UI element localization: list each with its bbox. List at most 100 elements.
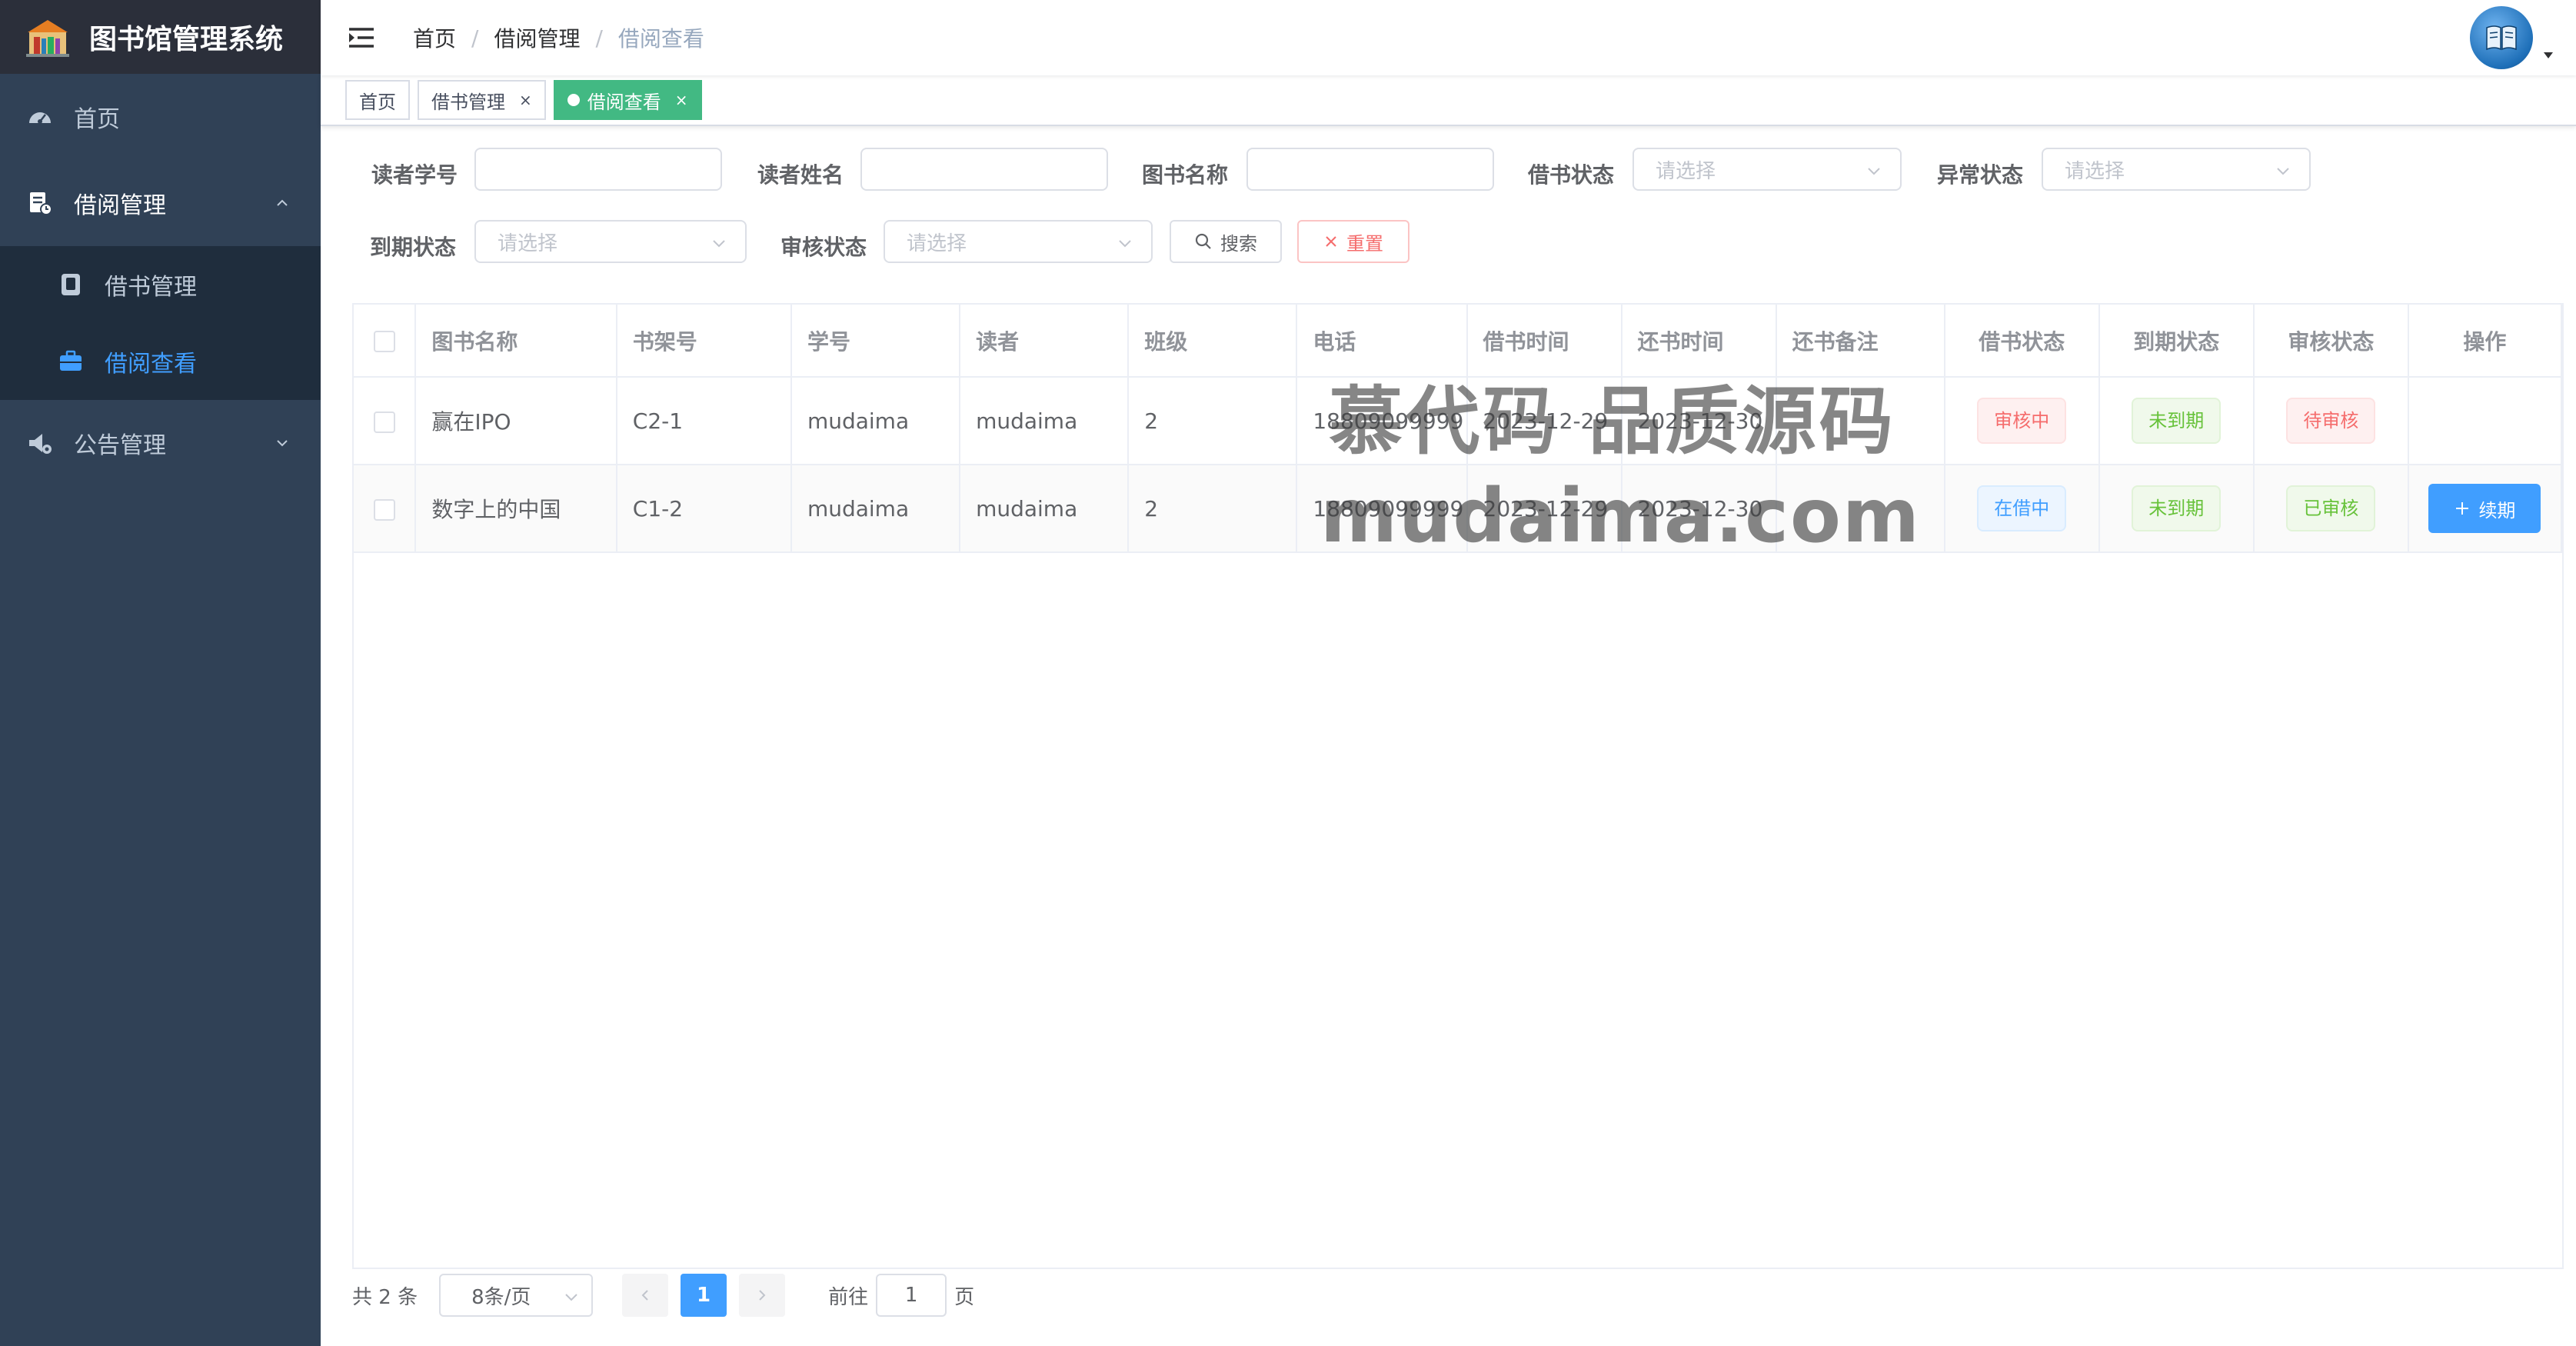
column-header: 借书时间 [1466, 305, 1622, 378]
select-placeholder: 请选择 [498, 232, 558, 255]
book-name-input[interactable] [1246, 148, 1494, 191]
reader-id-label: 读者学号 [371, 162, 458, 188]
sidebar-item-label: 借阅管理 [74, 192, 166, 219]
row-checkbox[interactable] [373, 498, 395, 521]
breadcrumb: 首页 / 借阅管理 / 借阅查看 [413, 22, 704, 53]
column-header: 审核状态 [2253, 305, 2409, 378]
cell-reader: mudaima [960, 377, 1130, 465]
column-header: 借书状态 [1944, 305, 2100, 378]
sidebar-item-book-manage[interactable]: 借书管理 [0, 246, 321, 323]
tag-home[interactable]: 首页 [345, 80, 410, 120]
select-placeholder: 请选择 [1656, 159, 1716, 183]
logo-bar: 图书馆管理系统 [0, 0, 321, 74]
field-reader-name: 读者姓名 [757, 158, 844, 189]
tag-label: 借书管理 [431, 91, 505, 113]
breadcrumb-current: 借阅查看 [617, 26, 704, 52]
reset-button[interactable]: 重置 [1297, 220, 1409, 263]
reader-id-input[interactable] [474, 148, 722, 191]
row-select-cell [354, 377, 417, 465]
borrow-status-select[interactable]: 请选择 [1632, 148, 1902, 191]
select-placeholder: 请选择 [2065, 159, 2125, 183]
close-icon[interactable]: × [519, 91, 532, 109]
tag-label: 借阅查看 [587, 91, 661, 113]
borrow-submenu: 借书管理 借阅查看 [0, 246, 321, 400]
search-icon [1195, 233, 1211, 249]
chevron-down-icon [1119, 240, 1131, 248]
breadcrumb-home[interactable]: 首页 [413, 22, 456, 53]
cell-borrow-date: 2023-12-29 [1466, 465, 1622, 553]
breadcrumb-separator: / [595, 25, 603, 51]
cell-review-status: 待审核 [2253, 377, 2409, 465]
page-size-select[interactable]: 8条/页 [439, 1274, 594, 1317]
chevron-down-icon [565, 1294, 577, 1301]
cell-reader: mudaima [960, 465, 1130, 553]
cell-borrow-date: 2023-12-29 [1466, 377, 1622, 465]
breadcrumb-borrow-manage[interactable]: 借阅管理 [494, 22, 580, 53]
hamburger-menu-icon[interactable] [347, 23, 376, 52]
sidebar-item-borrow-manage[interactable]: 借阅管理 [0, 160, 321, 246]
chevron-down-icon [1868, 168, 1880, 175]
reset-button-label: 重置 [1346, 232, 1383, 255]
page-jump-input[interactable]: 1 [876, 1274, 947, 1317]
field-due-status: 到期状态 [370, 231, 456, 262]
cell-return-date: 2023-12-30 [1621, 465, 1777, 553]
cell-due-status: 未到期 [2098, 465, 2255, 553]
plus-icon [2456, 502, 2469, 515]
cell-review-status: 已审核 [2253, 465, 2409, 553]
user-menu[interactable] [2470, 6, 2554, 69]
main-area: 首页 / 借阅管理 / 借阅查看 首页 借书管理 × 借阅查看 × 读者学号 读… [321, 0, 2576, 1346]
chevron-down-icon [713, 240, 725, 248]
column-header: 读者 [960, 305, 1130, 378]
cell-action [2408, 377, 2563, 465]
due-status-select[interactable]: 请选择 [474, 220, 747, 263]
book-name-label: 图书名称 [1142, 162, 1229, 188]
field-book-name: 图书名称 [1142, 158, 1228, 189]
cell-book: 数字上的中国 [415, 465, 617, 553]
next-page-button[interactable] [739, 1274, 786, 1317]
review-status-select[interactable]: 请选择 [884, 220, 1153, 263]
close-icon [1326, 236, 1336, 247]
cell-action: 续期 [2408, 465, 2563, 553]
tag-borrow-view[interactable]: 借阅查看 × [553, 80, 702, 120]
column-header: 到期状态 [2098, 305, 2255, 378]
field-abnormal-status: 异常状态 [1937, 158, 2023, 189]
table-row[interactable]: 数字上的中国 C1-2 mudaima mudaima 2 1880909999… [354, 465, 2563, 553]
sidebar-item-home[interactable]: 首页 [0, 74, 321, 160]
page-number-current[interactable]: 1 [681, 1274, 727, 1317]
column-header: 学号 [790, 305, 961, 378]
row-checkbox[interactable] [373, 411, 395, 433]
search-button[interactable]: 搜索 [1170, 220, 1282, 263]
sidebar-item-borrow-view[interactable]: 借阅查看 [0, 323, 321, 400]
status-badge: 在借中 [1977, 485, 2067, 531]
table-row[interactable]: 赢在IPO C2-1 mudaima mudaima 2 18809099999… [354, 377, 2563, 465]
sidebar: 图书馆管理系统 首页 借阅管理 借书管理 借阅查看 公告管理 [0, 0, 321, 1346]
renew-button[interactable]: 续期 [2428, 484, 2541, 533]
navbar: 首页 / 借阅管理 / 借阅查看 [321, 0, 2576, 75]
due-status-label: 到期状态 [370, 235, 457, 260]
cell-return-date: 2023-12-30 [1621, 377, 1777, 465]
borrow-manage-icon [30, 192, 52, 215]
prev-page-button[interactable] [622, 1274, 669, 1317]
chevron-up-icon [277, 199, 288, 206]
search-button-label: 搜索 [1220, 232, 1257, 255]
tag-book-manage[interactable]: 借书管理 × [418, 80, 546, 120]
page-size-value: 8条/页 [471, 1285, 531, 1309]
tag-label: 首页 [359, 91, 396, 113]
cell-class: 2 [1128, 377, 1298, 465]
column-header: 操作 [2408, 305, 2563, 378]
select-placeholder: 请选择 [907, 232, 967, 255]
sidebar-item-label: 公告管理 [74, 432, 166, 459]
abnormal-status-label: 异常状态 [1937, 162, 2024, 188]
select-all-checkbox[interactable] [373, 331, 395, 352]
close-icon[interactable]: × [675, 91, 688, 109]
sidebar-item-announcement[interactable]: 公告管理 [0, 400, 321, 486]
abnormal-status-select[interactable]: 请选择 [2042, 148, 2311, 191]
column-header: 书架号 [616, 305, 792, 378]
pagination-total: 共 2 条 [352, 1285, 418, 1309]
caret-down-icon[interactable] [2542, 49, 2554, 62]
status-badge: 审核中 [1977, 398, 2067, 444]
avatar[interactable] [2470, 6, 2533, 69]
reader-name-input[interactable] [860, 148, 1108, 191]
select-all-cell [354, 305, 417, 378]
announcement-icon [29, 434, 52, 454]
